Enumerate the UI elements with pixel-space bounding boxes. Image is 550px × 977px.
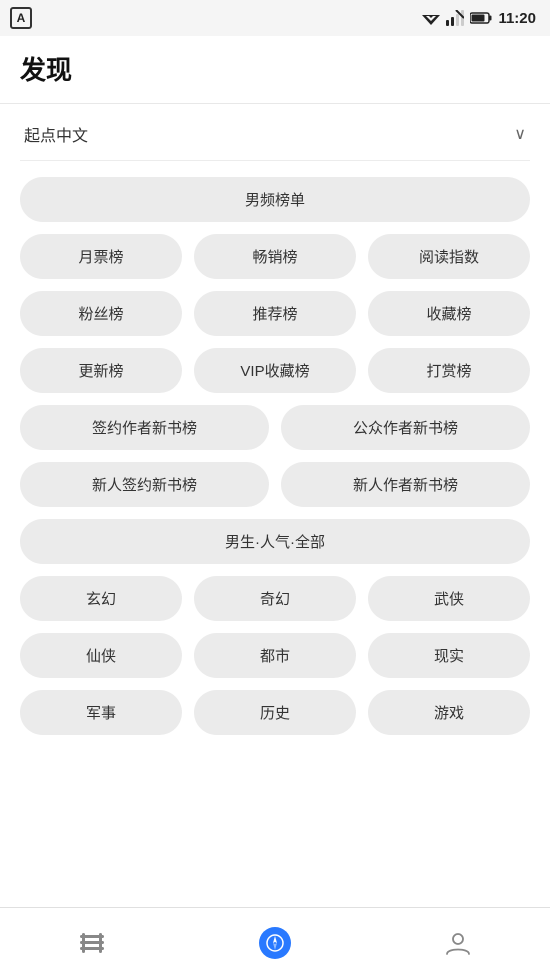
tag-row-1: 月票榜 畅销榜 阅读指数 — [20, 234, 530, 279]
signal-icon — [446, 10, 464, 26]
tag-qihuan[interactable]: 奇幻 — [194, 576, 356, 621]
time-display: 11:20 — [498, 10, 536, 27]
nav-item-library[interactable] — [0, 908, 183, 977]
tag-public-author-new[interactable]: 公众作者新书榜 — [281, 405, 530, 450]
section-male-popular: 男生·人气·全部 — [20, 519, 530, 564]
page-title: 发现 — [20, 50, 530, 87]
dropdown-label: 起点中文 — [24, 122, 88, 146]
sim-icon: A — [10, 7, 32, 29]
tag-row-8: 军事 历史 游戏 — [20, 690, 530, 735]
tag-reward[interactable]: 打赏榜 — [368, 348, 530, 393]
tag-reading-index[interactable]: 阅读指数 — [368, 234, 530, 279]
section-male-charts: 男频榜单 — [20, 177, 530, 222]
page-header: 发现 — [0, 36, 550, 104]
tag-male-charts[interactable]: 男频榜单 — [20, 177, 530, 222]
tag-urban[interactable]: 都市 — [194, 633, 356, 678]
profile-icon — [444, 929, 472, 957]
tag-monthly-ticket[interactable]: 月票榜 — [20, 234, 182, 279]
tag-row-6: 玄幻 奇幻 武侠 — [20, 576, 530, 621]
tag-wuxia[interactable]: 武侠 — [368, 576, 530, 621]
chevron-down-icon: ∨ — [514, 124, 526, 144]
status-right: 11:20 — [422, 10, 536, 27]
tag-bestseller[interactable]: 畅销榜 — [194, 234, 356, 279]
tag-fans[interactable]: 粉丝榜 — [20, 291, 182, 336]
main-content: 起点中文 ∨ 男频榜单 月票榜 畅销榜 阅读指数 粉丝榜 推荐榜 收藏榜 更新榜… — [0, 104, 550, 907]
tag-game[interactable]: 游戏 — [368, 690, 530, 735]
tag-history[interactable]: 历史 — [194, 690, 356, 735]
battery-icon — [470, 12, 492, 24]
nav-item-discover[interactable] — [183, 908, 366, 977]
status-bar: A 11:20 — [0, 0, 550, 36]
bottom-navigation — [0, 907, 550, 977]
tag-row-4: 签约作者新书榜 公众作者新书榜 — [20, 405, 530, 450]
tag-row-5: 新人签约新书榜 新人作者新书榜 — [20, 462, 530, 507]
tag-row-7: 仙侠 都市 现实 — [20, 633, 530, 678]
tag-update[interactable]: 更新榜 — [20, 348, 182, 393]
tag-newbie-signed-new[interactable]: 新人签约新书榜 — [20, 462, 269, 507]
tag-row-3: 更新榜 VIP收藏榜 打赏榜 — [20, 348, 530, 393]
tag-signed-author-new[interactable]: 签约作者新书榜 — [20, 405, 269, 450]
tag-military[interactable]: 军事 — [20, 690, 182, 735]
source-dropdown[interactable]: 起点中文 ∨ — [20, 104, 530, 161]
library-icon — [78, 929, 106, 957]
tag-row-2: 粉丝榜 推荐榜 收藏榜 — [20, 291, 530, 336]
tag-recommended[interactable]: 推荐榜 — [194, 291, 356, 336]
tag-male-popular-all[interactable]: 男生·人气·全部 — [20, 519, 530, 564]
wifi-icon — [422, 11, 440, 25]
tag-favorites[interactable]: 收藏榜 — [368, 291, 530, 336]
tag-vip-favorites[interactable]: VIP收藏榜 — [194, 348, 356, 393]
tag-newbie-author-new[interactable]: 新人作者新书榜 — [281, 462, 530, 507]
discover-icon — [259, 927, 291, 959]
tag-xuanhuan[interactable]: 玄幻 — [20, 576, 182, 621]
tag-xianxia[interactable]: 仙侠 — [20, 633, 182, 678]
nav-item-profile[interactable] — [367, 908, 550, 977]
status-left: A — [10, 7, 32, 29]
tag-realistic[interactable]: 现实 — [368, 633, 530, 678]
